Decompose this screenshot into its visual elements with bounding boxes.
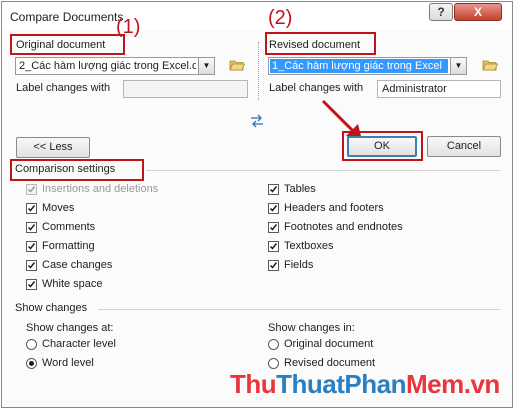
checkbox-white-space[interactable]: White space [26, 278, 103, 290]
watermark-part-3: Mem.vn [406, 369, 500, 399]
checkbox-box[interactable] [268, 259, 279, 271]
radio-label: Revised document [284, 357, 376, 369]
swap-arrows-icon[interactable] [250, 114, 264, 128]
dialog-title: Compare Documents [10, 10, 124, 24]
folder-open-icon[interactable] [229, 59, 245, 71]
checkbox-box[interactable] [268, 221, 279, 233]
checkbox-insertions-deletions[interactable]: Insertions and deletions [26, 183, 158, 195]
checkbox-box[interactable] [26, 202, 37, 214]
checkbox-tables[interactable]: Tables [268, 183, 316, 195]
checkbox-box[interactable] [26, 278, 37, 290]
checkbox-label: Headers and footers [284, 202, 384, 214]
checkbox-label: Formatting [42, 240, 95, 252]
revised-document-combo[interactable]: 1_Các hàm lượng giác trong Excel ▼ [268, 57, 467, 75]
compare-documents-dialog: Compare Documents ? X (1) (2) Original d… [1, 1, 513, 408]
section-divider [98, 309, 500, 310]
checkbox-label: White space [42, 278, 103, 290]
checkbox-formatting[interactable]: Formatting [26, 240, 95, 252]
radio-button[interactable] [268, 357, 279, 369]
checkbox-fields[interactable]: Fields [268, 259, 313, 271]
radio-label: Original document [284, 338, 374, 350]
watermark-part-2: ThuatPhan [276, 369, 406, 399]
revised-document-value: 1_Các hàm lượng giác trong Excel [270, 59, 448, 73]
radio-button[interactable] [268, 338, 279, 350]
radio-label: Character level [42, 338, 116, 350]
ok-button[interactable]: OK [347, 136, 417, 157]
checkbox-label: Comments [42, 221, 96, 233]
less-button[interactable]: << Less [16, 137, 90, 158]
checkbox-moves[interactable]: Moves [26, 202, 74, 214]
help-button[interactable]: ? [429, 3, 453, 21]
checkbox-label: Tables [284, 183, 316, 195]
radio-label: Word level [42, 357, 94, 369]
checkbox-label: Moves [42, 202, 75, 214]
checkbox-headers-footers[interactable]: Headers and footers [268, 202, 384, 214]
checkbox-case-changes[interactable]: Case changes [26, 259, 112, 271]
radio-character-level[interactable]: Character level [26, 338, 116, 350]
radio-button[interactable] [26, 357, 37, 369]
radio-button[interactable] [26, 338, 37, 350]
revised-label-caption: Label changes with [269, 82, 364, 94]
watermark-logo: ThuThuatPhanMem.vn [230, 369, 500, 400]
column-separator [258, 42, 260, 100]
comparison-settings-heading: Comparison settings [15, 163, 116, 175]
checkbox-footnotes-endnotes[interactable]: Footnotes and endnotes [268, 221, 403, 233]
show-changes-in-label: Show changes in: [268, 322, 355, 334]
checkbox-box[interactable] [26, 240, 37, 252]
checkbox-textboxes[interactable]: Textboxes [268, 240, 334, 252]
checkbox-box[interactable] [26, 259, 37, 271]
revised-document-heading: Revised document [269, 39, 361, 51]
original-label-caption: Label changes with [16, 82, 111, 94]
checkbox-box[interactable] [268, 202, 279, 214]
chevron-down-icon[interactable]: ▼ [450, 58, 466, 74]
show-changes-heading: Show changes [15, 302, 88, 314]
revised-label-field[interactable]: Administrator [377, 80, 501, 98]
cancel-button[interactable]: Cancel [427, 136, 501, 157]
radio-word-level[interactable]: Word level [26, 357, 94, 369]
original-label-field[interactable] [123, 80, 248, 98]
checkbox-comments[interactable]: Comments [26, 221, 95, 233]
chevron-down-icon[interactable]: ▼ [198, 58, 214, 74]
close-button[interactable]: X [454, 3, 502, 21]
checkbox-label: Case changes [42, 259, 113, 271]
original-document-value: 2_Các hàm lượng giác trong Excel.d [19, 60, 196, 72]
checkbox-label: Textboxes [284, 240, 334, 252]
radio-original-document[interactable]: Original document [268, 338, 373, 350]
show-changes-at-label: Show changes at: [26, 322, 114, 334]
checkbox-box[interactable] [268, 240, 279, 252]
checkbox-label: Fields [284, 259, 314, 271]
original-document-combo[interactable]: 2_Các hàm lượng giác trong Excel.d ▼ [15, 57, 215, 75]
watermark-part-1: Thu [230, 369, 277, 399]
folder-open-icon[interactable] [482, 59, 498, 71]
radio-revised-document[interactable]: Revised document [268, 357, 375, 369]
checkbox-box[interactable] [26, 221, 37, 233]
checkbox-box[interactable] [268, 183, 279, 195]
original-document-heading: Original document [16, 39, 106, 51]
title-bar: Compare Documents ? X [2, 2, 512, 30]
annotation-label-2: (2) [268, 7, 293, 29]
checkbox-label: Insertions and deletions [42, 183, 159, 195]
section-divider [146, 170, 500, 171]
checkbox-label: Footnotes and endnotes [284, 221, 403, 233]
checkbox-box[interactable] [26, 183, 37, 195]
